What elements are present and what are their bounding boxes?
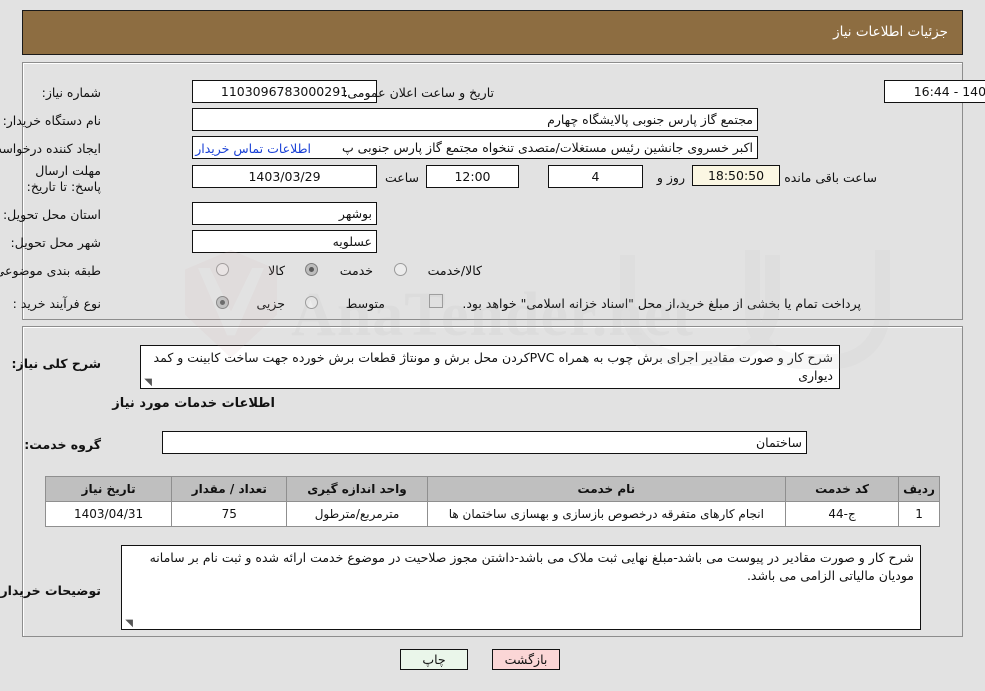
cell-row: 1 — [898, 501, 940, 527]
category-radio-1[interactable] — [305, 263, 318, 276]
cell-qty: 75 — [171, 501, 288, 527]
city-value: عسلویه — [192, 230, 377, 253]
service-group-value: ساختمان — [162, 431, 807, 454]
general-description-text: شرح کار و صورت مقادیر اجرای برش چوب به ه… — [153, 350, 833, 383]
th-row: ردیف — [898, 476, 940, 502]
hour-label: ساعت — [384, 170, 419, 185]
buyer-notes-textarea[interactable]: شرح کار و صورت مقادیر در پیوست می باشد-م… — [121, 545, 921, 630]
category-option-label-1: خدمت — [339, 263, 373, 278]
cell-unit: مترمربع/مترطول — [286, 501, 428, 527]
print-button[interactable]: چاپ — [400, 649, 468, 670]
need-info-panel — [22, 62, 963, 320]
buyer-contact-link[interactable]: اطلاعات تماس خریدار — [195, 141, 311, 156]
treasury-bonds-checkbox[interactable] — [429, 294, 443, 308]
province-value: بوشهر — [192, 202, 377, 225]
th-code: کد خدمت — [785, 476, 900, 502]
cell-date: 1403/04/31 — [44, 501, 173, 527]
city-label: شهر محل تحویل: — [10, 235, 101, 250]
need-number-label: شماره نیاز: — [41, 85, 101, 100]
resize-grip-icon-2[interactable]: ◥ — [124, 619, 133, 629]
buyer-notes-text: شرح کار و صورت مقادیر در پیوست می باشد-م… — [149, 550, 914, 583]
buyer-org-value: مجتمع گاز پارس جنوبی پالایشگاه چهارم — [192, 108, 758, 131]
th-qty: تعداد / مقدار — [171, 476, 288, 502]
province-label: استان محل تحویل: — [2, 207, 101, 222]
general-description-textarea[interactable]: شرح کار و صورت مقادیر اجرای برش چوب به ه… — [140, 345, 840, 389]
process-radio-0[interactable] — [216, 296, 229, 309]
treasury-note-label: پرداخت تمام یا بخشی از مبلغ خرید،از محل … — [462, 296, 861, 311]
th-name: نام خدمت — [426, 476, 787, 502]
days-left-value: 4 — [548, 165, 643, 188]
time-left-value: 18:50:50 — [692, 165, 780, 186]
announce-value: 1403/03/24 - 16:44 — [884, 80, 985, 103]
services-section-heading: اطلاعات خدمات مورد نیاز — [112, 396, 275, 411]
category-label: طبقه بندی موضوعی: — [0, 263, 101, 278]
requester-label: ایجاد کننده درخواست: — [0, 141, 101, 156]
process-option-label-1: متوسط — [345, 296, 385, 311]
deadline-label: مهلت ارسال پاسخ: تا تاریخ: — [26, 163, 101, 194]
th-date: تاریخ نیاز — [44, 476, 173, 502]
resize-grip-icon[interactable]: ◥ — [143, 378, 152, 388]
services-table: ردیف کد خدمت نام خدمت واحد اندازه گیری ت… — [44, 476, 940, 527]
announce-label: تاریخ و ساعت اعلان عمومی: — [343, 85, 494, 100]
page-header-bar: جزئیات اطلاعات نیاز — [22, 10, 963, 55]
category-radio-0[interactable] — [216, 263, 229, 276]
process-option-label-0: جزیی — [256, 296, 285, 311]
buyer-notes-label: توضیحات خریدار: — [0, 583, 101, 598]
cell-code: ج-44 — [785, 501, 900, 527]
process-radio-1[interactable] — [305, 296, 318, 309]
deadline-time: 12:00 — [426, 165, 519, 188]
table-header-row: ردیف کد خدمت نام خدمت واحد اندازه گیری ت… — [44, 476, 940, 502]
buyer-org-label: نام دستگاه خریدار: — [2, 113, 101, 128]
category-option-label-2: کالا/خدمت — [427, 263, 482, 278]
general-description-label: شرح کلی نیاز: — [11, 356, 101, 371]
days-and-label: روز و — [656, 170, 685, 185]
page-title: جزئیات اطلاعات نیاز — [833, 24, 948, 40]
th-unit: واحد اندازه گیری — [286, 476, 428, 502]
back-button[interactable]: بازگشت — [492, 649, 560, 670]
category-option-label-0: کالا — [268, 263, 285, 278]
deadline-date: 1403/03/29 — [192, 165, 377, 188]
cell-name: انجام کارهای متفرقه درخصوص بازسازی و بهس… — [426, 501, 787, 527]
category-radio-2[interactable] — [394, 263, 407, 276]
service-group-label: گروه خدمت: — [24, 437, 101, 452]
table-row: 1 ج-44 انجام کارهای متفرقه درخصوص بازساز… — [44, 501, 940, 527]
process-label: نوع فرآیند خرید : — [12, 296, 101, 311]
hours-left-label: ساعت باقی مانده — [784, 170, 877, 185]
